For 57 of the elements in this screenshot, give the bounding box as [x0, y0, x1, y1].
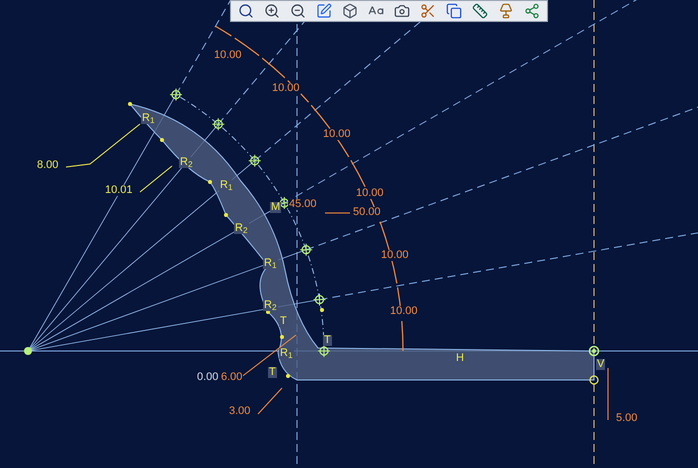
point-marker	[318, 344, 330, 358]
ruler-icon	[472, 3, 488, 19]
point-marker	[24, 347, 32, 355]
zoom-in-icon	[264, 3, 280, 19]
point-marker	[313, 293, 326, 306]
dimension-value[interactable]: 6.00	[220, 372, 244, 383]
dimension-value[interactable]: 10.00	[213, 50, 243, 61]
leader-line	[258, 388, 282, 414]
vertex-dot	[320, 308, 324, 312]
constraint-symbol[interactable]: T	[268, 367, 277, 378]
dimension-value[interactable]: 0.00	[196, 372, 220, 383]
vertex-dot	[128, 102, 132, 106]
constraint-symbol[interactable]: M	[270, 202, 282, 213]
cube-icon	[342, 3, 358, 19]
dimension-value[interactable]: 8.00	[36, 160, 60, 171]
zoom-out-icon	[290, 3, 306, 19]
dimension-value[interactable]: 5.00	[615, 413, 638, 424]
dimension-value[interactable]: 10.00	[355, 188, 385, 199]
vertex-dot	[160, 138, 164, 142]
point-marker	[212, 118, 225, 131]
dimension-value[interactable]: 10.01	[104, 185, 134, 196]
pen-square-icon	[316, 3, 332, 19]
constraint-symbol[interactable]: T	[279, 316, 288, 327]
point-marker	[278, 196, 291, 210]
dimension-value[interactable]: 10.00	[322, 129, 352, 140]
scissors-icon	[420, 3, 436, 19]
point-marker	[170, 88, 182, 102]
vertex-dot	[224, 213, 228, 217]
constraint-symbol[interactable]: R$_{2}$	[234, 223, 249, 234]
share-icon	[524, 3, 540, 19]
vertex-dot	[280, 335, 284, 339]
dimension-value[interactable]: 10.00	[389, 306, 419, 317]
dimension-value[interactable]: 45.00	[288, 199, 318, 210]
constraint-symbol[interactable]: R$_{2}$	[263, 300, 278, 311]
constraint-symbol[interactable]: R$_{2}$	[179, 157, 194, 168]
dimension-value[interactable]: 10.00	[380, 250, 410, 261]
search-icon	[238, 3, 254, 19]
constraint-symbol[interactable]: V	[596, 359, 606, 370]
constraint-symbol[interactable]: H	[455, 353, 465, 364]
vertex-dot	[286, 374, 290, 378]
copy-icon	[446, 3, 462, 19]
vertex-dot	[208, 180, 212, 184]
point-marker	[248, 154, 262, 168]
constraint-symbol[interactable]: R$_{1}$	[141, 113, 156, 124]
point-marker	[588, 346, 600, 356]
constraint-symbol[interactable]: R$_{1}$	[279, 348, 294, 359]
dimension-value[interactable]: 10.00	[271, 83, 301, 94]
dimension-value[interactable]: 3.00	[228, 406, 252, 417]
constraint-symbol[interactable]: R$_{1}$	[219, 180, 234, 191]
constraint-symbol[interactable]: R$_{1}$	[263, 258, 278, 269]
camera-icon	[394, 3, 410, 19]
constraint-symbol[interactable]: T	[323, 335, 332, 346]
lamp-icon	[498, 3, 514, 19]
point-marker	[300, 243, 313, 256]
leader-line	[324, 212, 350, 214]
point-marker	[589, 375, 599, 385]
dimension-value[interactable]: 50.00	[352, 207, 382, 218]
